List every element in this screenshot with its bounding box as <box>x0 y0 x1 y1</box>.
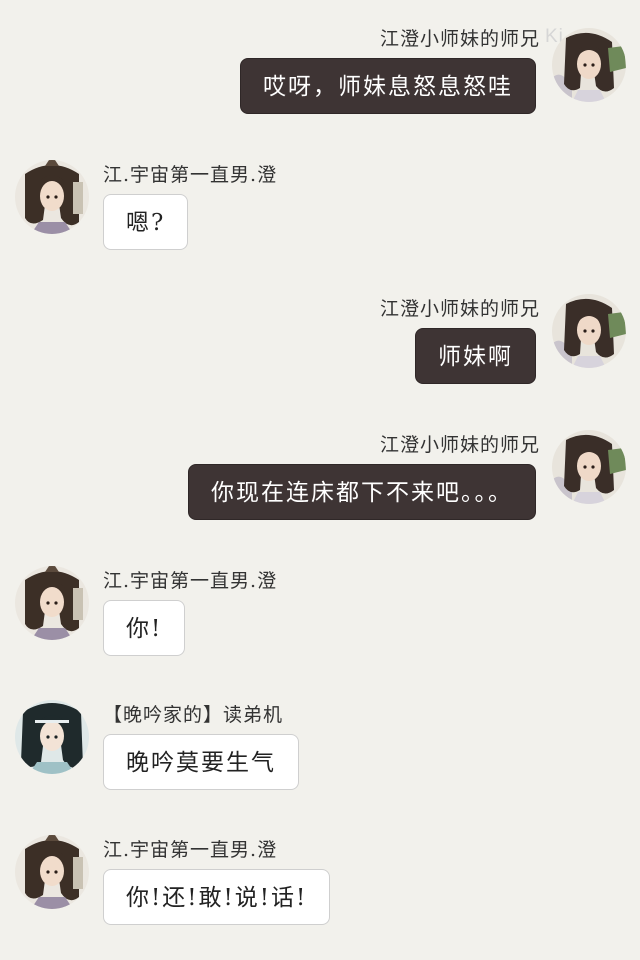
avatar[interactable] <box>15 700 89 774</box>
message-bubble[interactable]: 你现在连床都下不来吧。。。 <box>188 464 536 520</box>
message-bubble[interactable]: 嗯? <box>103 194 189 250</box>
avatar[interactable] <box>552 430 626 504</box>
avatar[interactable] <box>15 566 89 640</box>
sender-name: 江.宇宙第一直男.澄 <box>103 570 278 592</box>
message-bubble[interactable]: 哎呀，师妹息怒息怒哇 <box>240 58 536 114</box>
sender-name: 江澄小师妹的师兄 <box>379 434 540 456</box>
message-bubble[interactable]: 你!还!敢!说!话! <box>103 869 331 925</box>
message-bubble[interactable]: 你! <box>103 600 186 656</box>
sender-name: 【晚吟家的】读弟机 <box>103 704 284 726</box>
avatar[interactable] <box>552 28 626 102</box>
sender-name: 江.宇宙第一直男.澄 <box>103 839 278 861</box>
avatar[interactable] <box>15 835 89 909</box>
avatar[interactable] <box>15 160 89 234</box>
sender-name: 江.宇宙第一直男.澄 <box>103 164 278 186</box>
sender-name: 江澄小师妹的师兄 <box>379 298 540 320</box>
message-bubble[interactable]: 晚吟莫要生气 <box>103 734 299 790</box>
avatar[interactable] <box>552 294 626 368</box>
sender-name: 江澄小师妹的师兄 <box>379 28 540 50</box>
message-bubble[interactable]: 师妹啊 <box>415 328 536 384</box>
